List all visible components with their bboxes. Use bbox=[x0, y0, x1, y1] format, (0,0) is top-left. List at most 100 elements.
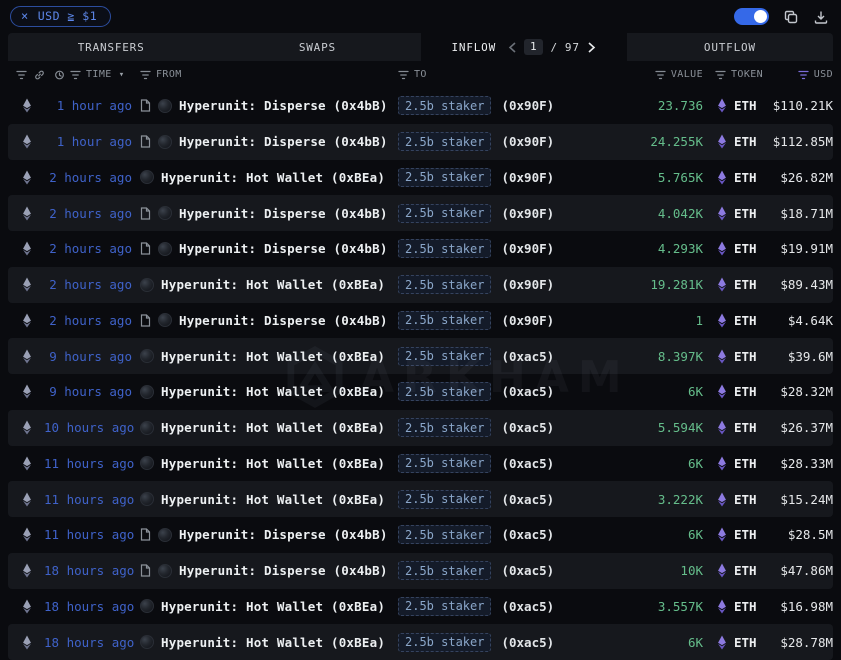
time-link[interactable]: 10 hours ago bbox=[44, 420, 140, 435]
to-entity-chip[interactable]: 2.5b staker bbox=[398, 347, 491, 366]
to-address-link[interactable]: (0x90F) bbox=[501, 277, 554, 292]
to-entity-chip[interactable]: 2.5b staker bbox=[398, 239, 491, 258]
to-entity-chip[interactable]: 2.5b staker bbox=[398, 418, 491, 437]
to-address-link[interactable]: (0x90F) bbox=[501, 98, 554, 113]
table-row[interactable]: 2 hours ago Hyperunit: Hot Wallet (0xBEa… bbox=[8, 160, 833, 196]
time-link[interactable]: 18 hours ago bbox=[44, 635, 140, 650]
to-entity-chip[interactable]: 2.5b staker bbox=[398, 168, 491, 187]
from-entity-link[interactable]: Hyperunit: Hot Wallet (0xBEa) bbox=[161, 170, 385, 185]
from-entity-link[interactable]: Hyperunit: Hot Wallet (0xBEa) bbox=[161, 456, 385, 471]
download-icon[interactable] bbox=[813, 9, 829, 25]
next-page-icon[interactable] bbox=[587, 42, 596, 53]
col-header-from[interactable]: FROM bbox=[156, 69, 182, 80]
to-address-link[interactable]: (0xac5) bbox=[501, 349, 554, 364]
tab-outflow[interactable]: OUTFLOW bbox=[627, 33, 833, 61]
copy-icon[interactable] bbox=[783, 9, 799, 25]
from-entity-link[interactable]: Hyperunit: Hot Wallet (0xBEa) bbox=[161, 277, 385, 292]
to-entity-chip[interactable]: 2.5b staker bbox=[398, 525, 491, 544]
table-row[interactable]: 9 hours ago Hyperunit: Hot Wallet (0xBEa… bbox=[8, 338, 833, 374]
to-address-link[interactable]: (0xac5) bbox=[501, 599, 554, 614]
time-link[interactable]: 2 hours ago bbox=[44, 277, 140, 292]
to-address-link[interactable]: (0xac5) bbox=[501, 456, 554, 471]
to-address-link[interactable]: (0x90F) bbox=[501, 313, 554, 328]
token-filter-icon[interactable] bbox=[715, 70, 726, 80]
time-link[interactable]: 2 hours ago bbox=[44, 313, 140, 328]
to-entity-chip[interactable]: 2.5b staker bbox=[398, 633, 491, 652]
table-row[interactable]: 1 hour ago Hyperunit: Disperse (0x4bB) 2… bbox=[8, 88, 833, 124]
remove-filter-icon[interactable]: × bbox=[21, 10, 29, 22]
filter-icon[interactable] bbox=[16, 70, 27, 80]
from-entity-link[interactable]: Hyperunit: Disperse (0x4bB) bbox=[179, 206, 388, 221]
time-link[interactable]: 2 hours ago bbox=[44, 206, 140, 221]
from-entity-link[interactable]: Hyperunit: Disperse (0x4bB) bbox=[179, 527, 388, 542]
from-entity-link[interactable]: Hyperunit: Hot Wallet (0xBEa) bbox=[161, 349, 385, 364]
table-row[interactable]: 18 hours ago Hyperunit: Hot Wallet (0xBE… bbox=[8, 589, 833, 625]
col-header-token[interactable]: TOKEN bbox=[731, 69, 763, 80]
time-link[interactable]: 1 hour ago bbox=[44, 98, 140, 113]
to-entity-chip[interactable]: 2.5b staker bbox=[398, 275, 491, 294]
tab-transfers[interactable]: TRANSFERS bbox=[8, 33, 214, 61]
table-row[interactable]: 11 hours ago Hyperunit: Hot Wallet (0xBE… bbox=[8, 446, 833, 482]
from-entity-link[interactable]: Hyperunit: Hot Wallet (0xBEa) bbox=[161, 384, 385, 399]
time-link[interactable]: 1 hour ago bbox=[44, 134, 140, 149]
time-link[interactable]: 2 hours ago bbox=[44, 241, 140, 256]
from-entity-link[interactable]: Hyperunit: Disperse (0x4bB) bbox=[179, 313, 388, 328]
from-entity-link[interactable]: Hyperunit: Disperse (0x4bB) bbox=[179, 563, 388, 578]
time-link[interactable]: 18 hours ago bbox=[44, 563, 140, 578]
from-entity-link[interactable]: Hyperunit: Hot Wallet (0xBEa) bbox=[161, 635, 385, 650]
time-link[interactable]: 11 hours ago bbox=[44, 456, 140, 471]
table-row[interactable]: 2 hours ago Hyperunit: Hot Wallet (0xBEa… bbox=[8, 267, 833, 303]
to-entity-chip[interactable]: 2.5b staker bbox=[398, 454, 491, 473]
to-address-link[interactable]: (0x90F) bbox=[501, 134, 554, 149]
clock-icon[interactable] bbox=[54, 70, 65, 80]
from-filter-icon[interactable] bbox=[140, 70, 151, 80]
table-row[interactable]: 2 hours ago Hyperunit: Disperse (0x4bB) … bbox=[8, 231, 833, 267]
to-entity-chip[interactable]: 2.5b staker bbox=[398, 96, 491, 115]
to-filter-icon[interactable] bbox=[398, 70, 409, 80]
from-entity-link[interactable]: Hyperunit: Hot Wallet (0xBEa) bbox=[161, 420, 385, 435]
usd-toggle[interactable] bbox=[734, 8, 769, 25]
chevron-down-icon[interactable]: ▾ bbox=[119, 70, 125, 80]
time-link[interactable]: 2 hours ago bbox=[44, 170, 140, 185]
col-header-time[interactable]: TIME bbox=[86, 69, 112, 80]
value-filter-icon[interactable] bbox=[655, 70, 666, 80]
to-entity-chip[interactable]: 2.5b staker bbox=[398, 132, 491, 151]
col-header-to[interactable]: TO bbox=[414, 69, 427, 80]
table-row[interactable]: 18 hours ago Hyperunit: Disperse (0x4bB)… bbox=[8, 553, 833, 589]
to-address-link[interactable]: (0xac5) bbox=[501, 492, 554, 507]
table-row[interactable]: 11 hours ago Hyperunit: Hot Wallet (0xBE… bbox=[8, 481, 833, 517]
table-row[interactable]: 2 hours ago Hyperunit: Disperse (0x4bB) … bbox=[8, 195, 833, 231]
to-address-link[interactable]: (0xac5) bbox=[501, 527, 554, 542]
usd-filter-chip[interactable]: × USD ≧ $1 bbox=[10, 6, 111, 27]
to-entity-chip[interactable]: 2.5b staker bbox=[398, 561, 491, 580]
tab-inflow[interactable]: INFLOW 1 / 97 bbox=[421, 33, 627, 61]
to-address-link[interactable]: (0xac5) bbox=[501, 635, 554, 650]
from-entity-link[interactable]: Hyperunit: Disperse (0x4bB) bbox=[179, 98, 388, 113]
to-address-link[interactable]: (0x90F) bbox=[501, 241, 554, 256]
col-header-value[interactable]: VALUE bbox=[671, 69, 703, 80]
time-link[interactable]: 11 hours ago bbox=[44, 527, 140, 542]
time-link[interactable]: 11 hours ago bbox=[44, 492, 140, 507]
table-row[interactable]: 11 hours ago Hyperunit: Disperse (0x4bB)… bbox=[8, 517, 833, 553]
table-row[interactable]: 18 hours ago Hyperunit: Hot Wallet (0xBE… bbox=[8, 624, 833, 660]
time-link[interactable]: 9 hours ago bbox=[44, 384, 140, 399]
to-entity-chip[interactable]: 2.5b staker bbox=[398, 597, 491, 616]
from-entity-link[interactable]: Hyperunit: Hot Wallet (0xBEa) bbox=[161, 599, 385, 614]
table-row[interactable]: 10 hours ago Hyperunit: Hot Wallet (0xBE… bbox=[8, 410, 833, 446]
table-row[interactable]: 9 hours ago Hyperunit: Hot Wallet (0xBEa… bbox=[8, 374, 833, 410]
time-link[interactable]: 9 hours ago bbox=[44, 349, 140, 364]
to-address-link[interactable]: (0xac5) bbox=[501, 384, 554, 399]
time-filter-icon[interactable] bbox=[70, 70, 81, 80]
to-address-link[interactable]: (0x90F) bbox=[501, 170, 554, 185]
from-entity-link[interactable]: Hyperunit: Hot Wallet (0xBEa) bbox=[161, 492, 385, 507]
to-entity-chip[interactable]: 2.5b staker bbox=[398, 204, 491, 223]
table-row[interactable]: 1 hour ago Hyperunit: Disperse (0x4bB) 2… bbox=[8, 124, 833, 160]
to-entity-chip[interactable]: 2.5b staker bbox=[398, 382, 491, 401]
time-link[interactable]: 18 hours ago bbox=[44, 599, 140, 614]
tab-swaps[interactable]: SWAPS bbox=[214, 33, 420, 61]
to-entity-chip[interactable]: 2.5b staker bbox=[398, 311, 491, 330]
to-entity-chip[interactable]: 2.5b staker bbox=[398, 490, 491, 509]
col-header-usd[interactable]: USD bbox=[814, 69, 833, 80]
usd-filter-icon-active[interactable] bbox=[798, 70, 809, 80]
table-row[interactable]: 2 hours ago Hyperunit: Disperse (0x4bB) … bbox=[8, 303, 833, 339]
